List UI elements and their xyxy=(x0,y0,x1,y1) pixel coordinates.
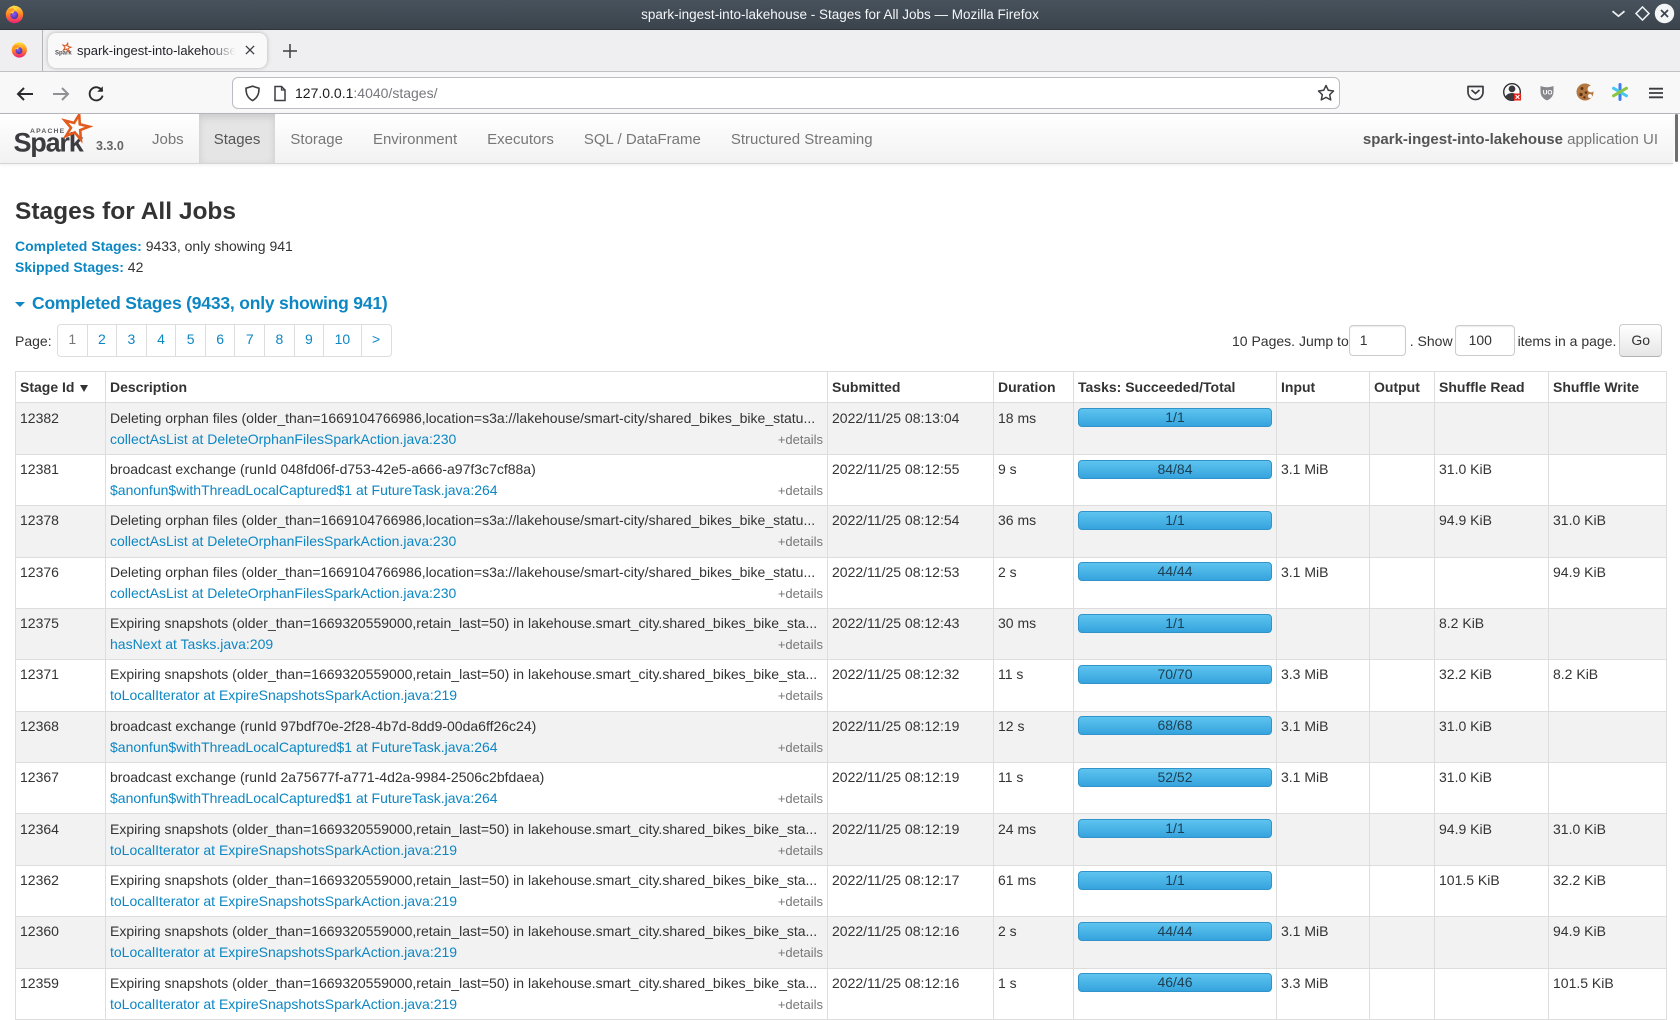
svg-text:UO: UO xyxy=(1543,90,1553,97)
svg-text:Spark: Spark xyxy=(55,51,72,57)
